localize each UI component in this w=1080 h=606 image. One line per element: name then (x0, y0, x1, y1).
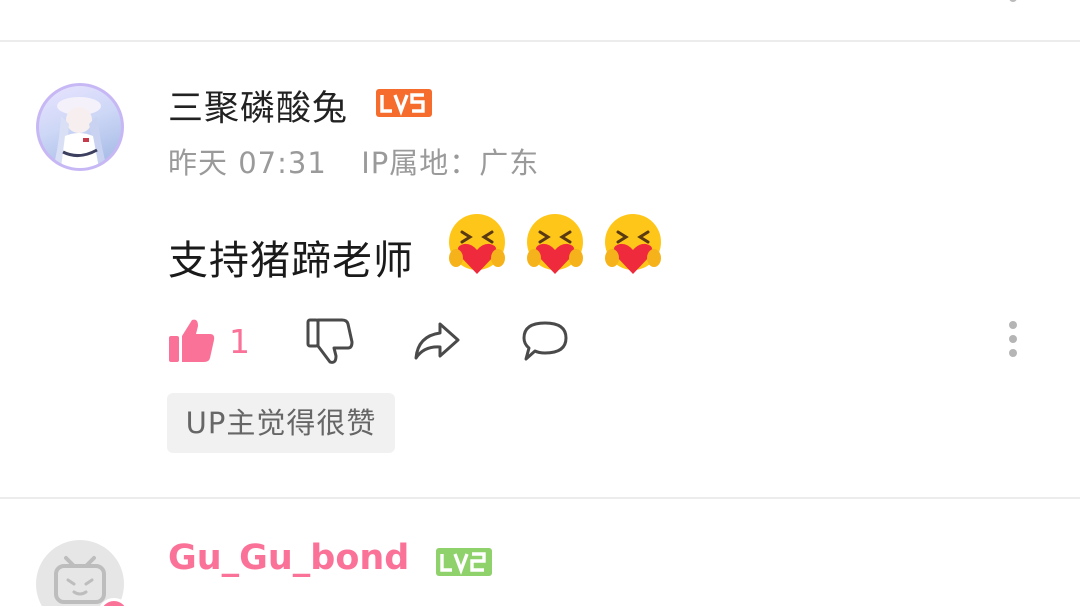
comment-text: 支持猪蹄老师 (168, 238, 414, 284)
avatar[interactable] (36, 83, 124, 171)
username[interactable]: Gu_Gu_bond (168, 538, 409, 578)
hug-heart-emoji-icon (605, 214, 661, 274)
level-badge-lv5 (376, 89, 432, 117)
comment-time: 昨天 07:31 (168, 146, 327, 180)
avatar-illustration (53, 97, 107, 168)
share-icon[interactable] (412, 320, 462, 362)
reply-icon[interactable] (520, 320, 570, 362)
like-icon[interactable] (168, 0, 212, 8)
level-badge-lv2 (436, 548, 492, 576)
ip-location: IP属地：广东 (361, 146, 540, 180)
more-icon[interactable] (1004, 0, 1022, 8)
like-count: 1 (229, 322, 250, 361)
hug-heart-emoji-icon (527, 214, 583, 274)
share-icon[interactable] (378, 0, 418, 8)
like-icon[interactable] (168, 318, 216, 364)
comment-divider (0, 497, 1080, 499)
dislike-icon[interactable] (306, 318, 354, 364)
comment-divider (0, 40, 1080, 42)
up-liked-tag: UP主觉得很赞 (167, 393, 395, 453)
more-icon[interactable] (1004, 320, 1022, 360)
reply-icon[interactable] (500, 0, 530, 8)
hug-heart-emoji-icon (449, 214, 505, 274)
comment-feed: 三聚磷酸兔 昨天 07:31 IP属地：广东 支持猪蹄老师 1 UP主觉得很赞 … (0, 0, 1080, 606)
previous-comment-actions (168, 0, 1048, 8)
username[interactable]: 三聚磷酸兔 (168, 80, 348, 131)
dislike-icon[interactable] (292, 0, 322, 8)
default-avatar-tv-icon (54, 556, 106, 604)
comment-meta: 昨天 07:31 IP属地：广东 (168, 140, 539, 182)
avatar[interactable] (36, 540, 124, 606)
